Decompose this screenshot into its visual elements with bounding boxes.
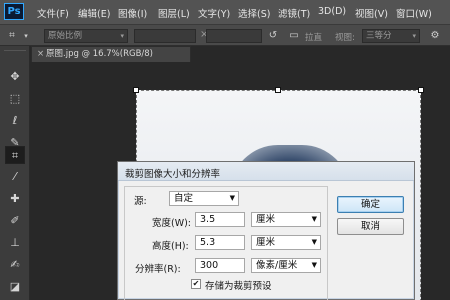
dropdown-arrow-icon: ▼: [311, 215, 317, 223]
crop-tool-icon[interactable]: ⌗: [5, 146, 25, 164]
lasso-tool-icon[interactable]: ℓ: [5, 112, 25, 130]
crop-tool-icon[interactable]: ⌗: [5, 29, 19, 43]
options-bar: ⌗ ▾ 原始比例 ▾ × ↺ ▭ 拉直 视图: 三等分 ▾ ⚙: [0, 25, 450, 46]
source-value: 自定: [174, 193, 194, 204]
resolution-unit-value: 像素/厘米: [256, 260, 298, 271]
menu-view[interactable]: 视图(V): [355, 6, 388, 20]
chevron-down-icon[interactable]: ▾: [19, 29, 33, 43]
width-label: 宽度(W):: [152, 218, 192, 229]
crop-handle[interactable]: [418, 87, 424, 93]
brush-tool-icon[interactable]: ✐: [5, 212, 25, 230]
menu-image[interactable]: 图像(I): [118, 6, 147, 20]
save-preset-label[interactable]: 存储为裁剪预设: [205, 278, 272, 292]
menu-type[interactable]: 文字(Y): [198, 6, 230, 20]
dropdown-arrow-icon: ▼: [229, 194, 235, 202]
panel-divider: [4, 50, 26, 51]
chevron-down-icon: ▾: [412, 32, 416, 40]
gear-icon[interactable]: ⚙: [428, 29, 442, 43]
photoshop-logo: Ps: [4, 3, 24, 20]
crop-handle[interactable]: [275, 87, 281, 93]
resolution-input[interactable]: 300: [195, 258, 245, 273]
crop-height-field[interactable]: [206, 29, 262, 43]
history-brush-tool-icon[interactable]: ✍: [5, 256, 25, 274]
width-input[interactable]: 3.5: [195, 212, 245, 227]
healing-brush-tool-icon[interactable]: ✚: [5, 190, 25, 208]
marquee-tool-icon[interactable]: ⬚: [5, 90, 25, 108]
width-unit-select[interactable]: 厘米 ▼: [251, 212, 321, 227]
straighten-label[interactable]: 拉直: [305, 31, 322, 43]
menu-file[interactable]: 文件(F): [37, 6, 69, 20]
width-unit-value: 厘米: [256, 214, 276, 225]
move-tool-icon[interactable]: ✥: [5, 68, 25, 86]
document-tab[interactable]: × 原图.jpg @ 16.7%(RGB/8): [31, 46, 191, 62]
view-overlay-select[interactable]: 三等分 ▾: [362, 29, 420, 43]
dropdown-arrow-icon: ▼: [311, 238, 317, 246]
menu-edit[interactable]: 编辑(E): [78, 6, 110, 20]
tools-panel: ✥ ⬚ ℓ ✎ ⌗ ⁄ ✚ ✐ ⊥ ✍ ◪: [0, 46, 30, 300]
menu-bar: Ps 文件(F) 编辑(E) 图像(I) 图层(L) 文字(Y) 选择(S) 滤…: [0, 0, 450, 25]
resolution-unit-select[interactable]: 像素/厘米 ▼: [251, 258, 321, 273]
dropdown-arrow-icon: ▼: [311, 261, 317, 269]
crop-width-field[interactable]: [134, 29, 196, 43]
document-tab-title: 原图.jpg @ 16.7%(RGB/8): [46, 49, 153, 59]
menu-filter[interactable]: 滤镜(T): [278, 6, 310, 20]
reset-icon[interactable]: ↺: [266, 29, 280, 43]
view-overlay-value: 三等分: [366, 31, 392, 41]
view-label: 视图:: [335, 33, 355, 43]
ratio-select[interactable]: 原始比例 ▾: [44, 29, 128, 43]
height-label: 高度(H):: [152, 241, 189, 252]
height-unit-value: 厘米: [256, 237, 276, 248]
eyedropper-tool-icon[interactable]: ⁄: [5, 168, 25, 186]
close-icon[interactable]: ×: [37, 47, 44, 62]
menu-3d[interactable]: 3D(D): [318, 6, 346, 17]
straighten-icon[interactable]: ▭: [287, 29, 301, 43]
clone-stamp-tool-icon[interactable]: ⊥: [5, 234, 25, 252]
eraser-tool-icon[interactable]: ◪: [5, 278, 25, 296]
height-input[interactable]: 5.3: [195, 235, 245, 250]
source-label: 源:: [134, 196, 147, 207]
checkmark-icon: ✔: [192, 279, 200, 288]
menu-select[interactable]: 选择(S): [238, 6, 270, 20]
crop-handle[interactable]: [133, 87, 139, 93]
resolution-label: 分辨率(R):: [135, 264, 181, 275]
ok-button[interactable]: 确定: [337, 196, 404, 213]
dialog-title: 裁剪图像大小和分辨率: [125, 169, 221, 180]
menu-window[interactable]: 窗口(W): [396, 6, 432, 20]
source-select[interactable]: 自定 ▼: [169, 191, 239, 206]
ratio-select-label: 原始比例: [48, 31, 83, 41]
cancel-button[interactable]: 取消: [337, 218, 404, 235]
dialog-titlebar[interactable]: 裁剪图像大小和分辨率: [118, 162, 414, 181]
save-preset-checkbox[interactable]: ✔: [191, 279, 201, 289]
menu-layer[interactable]: 图层(L): [158, 6, 190, 20]
chevron-down-icon: ▾: [120, 32, 124, 40]
crop-size-resolution-dialog: 裁剪图像大小和分辨率 源: 自定 ▼ 宽度(W): 3.5 厘米 ▼ 高度(H)…: [117, 161, 415, 300]
height-unit-select[interactable]: 厘米 ▼: [251, 235, 321, 250]
